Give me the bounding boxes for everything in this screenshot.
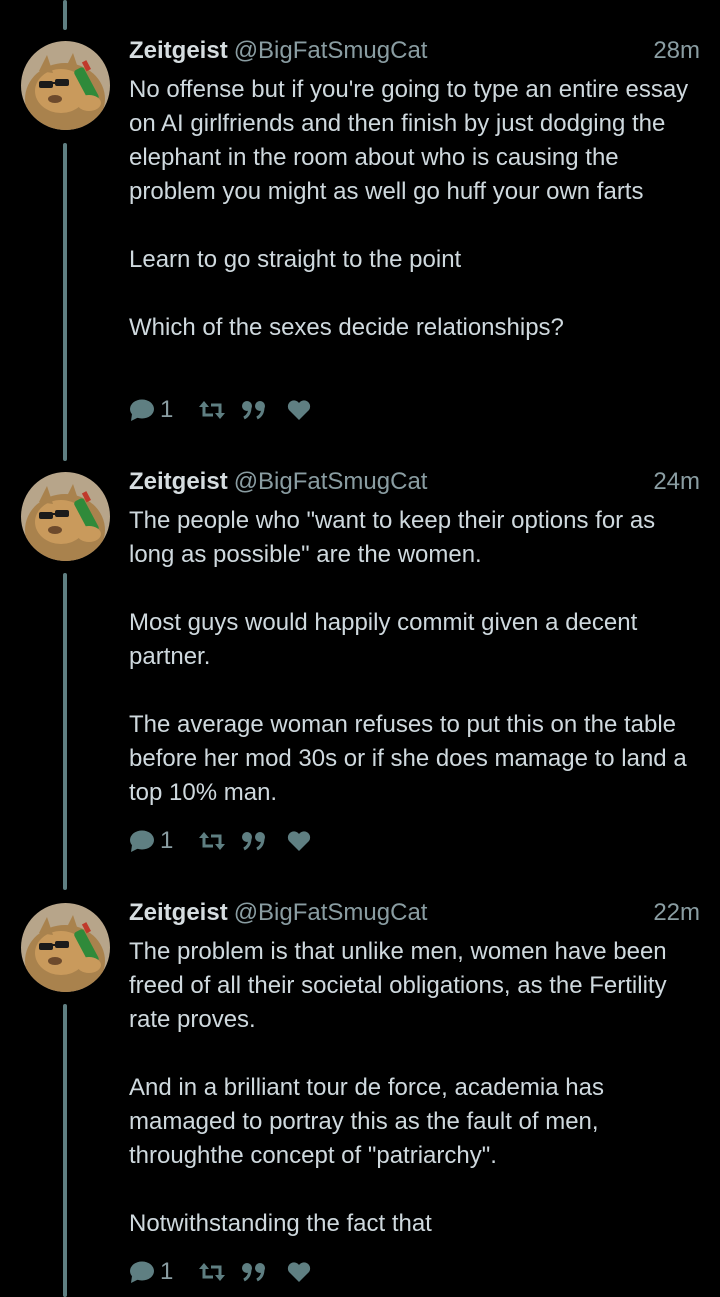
cat-avatar-icon: [21, 41, 110, 130]
like-button[interactable]: [287, 1258, 311, 1286]
like-button[interactable]: [287, 396, 311, 424]
repeat-button[interactable]: [199, 1258, 241, 1286]
post-header: Zeitgeist @BigFatSmugCat 22m: [129, 898, 700, 928]
timestamp[interactable]: 28m: [653, 36, 700, 66]
timestamp[interactable]: 22m: [653, 898, 700, 928]
thread-line: [63, 573, 67, 890]
repeat-button[interactable]: [199, 396, 241, 424]
reply-button[interactable]: 1: [129, 396, 199, 424]
timestamp[interactable]: 24m: [653, 467, 700, 497]
repeat-icon: [199, 1263, 225, 1281]
post-text: The people who "want to keep their optio…: [129, 504, 704, 810]
author-handle[interactable]: @BigFatSmugCat: [234, 899, 428, 926]
paragraph: And in a brilliant tour de force, academ…: [129, 1074, 611, 1169]
paragraph: Notwithstanding the fact that: [129, 1210, 432, 1237]
repeat-icon: [199, 832, 225, 850]
cat-avatar-icon: [21, 472, 110, 561]
reply-icon: [130, 399, 154, 421]
heart-icon: [287, 400, 311, 420]
action-bar: 1: [129, 827, 311, 855]
heart-icon: [287, 1262, 311, 1282]
repeat-icon: [199, 401, 225, 419]
post-text: The problem is that unlike men, women ha…: [129, 935, 704, 1241]
reply-count: 1: [160, 827, 174, 854]
heart-icon: [287, 831, 311, 851]
paragraph: Most guys would happily commit given a d…: [129, 609, 644, 670]
paragraph: The people who "want to keep their optio…: [129, 507, 662, 568]
avatar[interactable]: [21, 903, 110, 992]
reply-count: 1: [160, 396, 174, 423]
paragraph: Which of the sexes decide relationships?: [129, 314, 564, 341]
paragraph: No offense but if you're going to type a…: [129, 76, 695, 205]
post[interactable]: Zeitgeist @BigFatSmugCat 22m The problem …: [0, 0, 720, 1285]
reply-icon: [130, 830, 154, 852]
action-bar: 1: [129, 396, 311, 424]
quote-icon: [242, 401, 265, 420]
action-bar: 1: [129, 1258, 311, 1286]
author-handle[interactable]: @BigFatSmugCat: [234, 37, 428, 64]
post-header: Zeitgeist @BigFatSmugCat 28m: [129, 36, 700, 66]
reply-button[interactable]: 1: [129, 1258, 199, 1286]
paragraph: The average woman refuses to put this on…: [129, 711, 694, 806]
like-button[interactable]: [287, 827, 311, 855]
avatar[interactable]: [21, 472, 110, 561]
author-name[interactable]: Zeitgeist: [129, 468, 228, 495]
paragraph: The problem is that unlike men, women ha…: [129, 938, 674, 1033]
paragraph: Learn to go straight to the point: [129, 246, 462, 273]
cat-avatar-icon: [21, 903, 110, 992]
thread-line: [63, 1004, 67, 1297]
author-name[interactable]: Zeitgeist: [129, 899, 228, 926]
quote-icon: [242, 1263, 265, 1282]
author-handle[interactable]: @BigFatSmugCat: [234, 468, 428, 495]
quote-button[interactable]: [241, 396, 287, 424]
post[interactable]: Zeitgeist @BigFatSmugCat 28m No offense b…: [0, 0, 720, 440]
repeat-button[interactable]: [199, 827, 241, 855]
quote-button[interactable]: [241, 1258, 287, 1286]
post-text: No offense but if you're going to type a…: [129, 73, 704, 345]
post-header: Zeitgeist @BigFatSmugCat 24m: [129, 467, 700, 497]
reply-icon: [130, 1261, 154, 1283]
quote-icon: [242, 832, 265, 851]
avatar[interactable]: [21, 41, 110, 130]
reply-count: 1: [160, 1258, 174, 1285]
author-name[interactable]: Zeitgeist: [129, 37, 228, 64]
quote-button[interactable]: [241, 827, 287, 855]
reply-button[interactable]: 1: [129, 827, 199, 855]
